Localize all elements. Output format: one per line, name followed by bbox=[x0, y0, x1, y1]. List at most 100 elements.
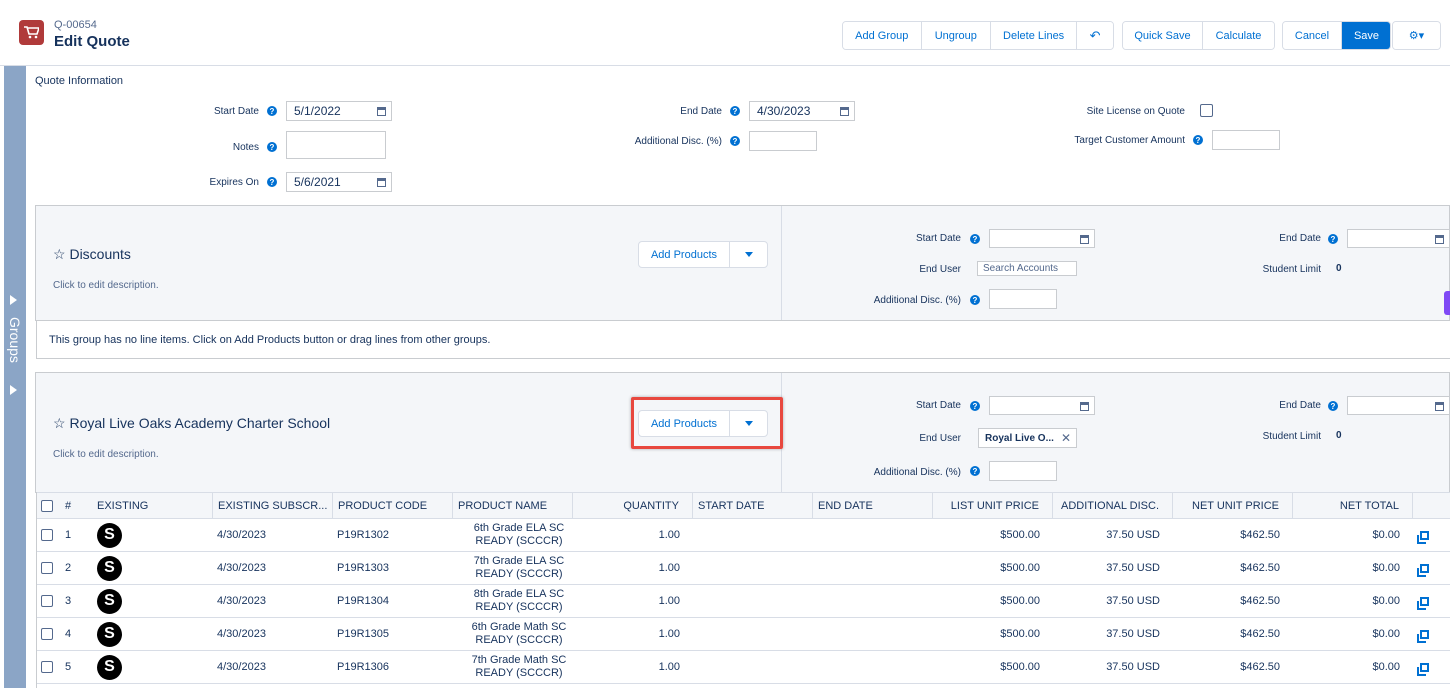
col-header-additional-disc[interactable]: ADDITIONAL DISC. bbox=[1053, 493, 1173, 519]
calendar-icon[interactable] bbox=[1080, 235, 1089, 244]
start-date-cell[interactable] bbox=[693, 585, 813, 617]
additional-disc-input[interactable] bbox=[749, 131, 817, 151]
col-header-product-code[interactable]: PRODUCT CODE bbox=[333, 493, 453, 519]
add-group-button[interactable]: Add Group bbox=[843, 22, 922, 49]
calendar-icon[interactable] bbox=[377, 178, 386, 187]
group-description[interactable]: Click to edit description. bbox=[53, 280, 159, 291]
table-row[interactable]: 2 S 4/30/2023 P19R1303 7th Grade ELA SC … bbox=[37, 552, 1450, 585]
help-icon[interactable]: ? bbox=[970, 466, 980, 476]
col-header-start-date[interactable]: START DATE bbox=[693, 493, 813, 519]
clone-icon[interactable] bbox=[1417, 531, 1429, 544]
end-date-cell[interactable] bbox=[813, 585, 933, 617]
end-date-cell[interactable] bbox=[813, 651, 933, 683]
col-header-list-unit-price[interactable]: LIST UNIT PRICE bbox=[933, 493, 1053, 519]
end-user-search-input[interactable]: Search Accounts bbox=[977, 261, 1077, 276]
select-all-checkbox[interactable] bbox=[41, 500, 53, 512]
additional-disc[interactable]: 37.50 USD bbox=[1053, 585, 1160, 617]
group-name[interactable]: ☆ Discounts bbox=[53, 246, 131, 263]
start-date-cell[interactable] bbox=[693, 618, 813, 650]
expires-on-input[interactable]: 5/6/2021 bbox=[286, 172, 392, 192]
add-products-button[interactable]: Add Products bbox=[639, 242, 730, 267]
calendar-icon[interactable] bbox=[1080, 402, 1089, 411]
groups-rail-label[interactable]: Groups bbox=[4, 310, 26, 370]
help-icon[interactable]: ? bbox=[730, 106, 740, 116]
quantity[interactable]: 1.00 bbox=[573, 651, 680, 683]
ungroup-button[interactable]: Ungroup bbox=[921, 22, 992, 49]
col-header-product-name[interactable]: PRODUCT NAME bbox=[453, 493, 573, 519]
close-icon[interactable]: ✕ bbox=[1061, 431, 1071, 445]
col-header-net-unit-price[interactable]: NET UNIT PRICE bbox=[1173, 493, 1293, 519]
notes-textarea[interactable] bbox=[286, 131, 386, 159]
target-amount-input[interactable] bbox=[1212, 130, 1280, 150]
add-products-dropdown[interactable] bbox=[730, 242, 767, 267]
group-start-date-input[interactable] bbox=[989, 229, 1095, 248]
end-date-cell[interactable] bbox=[813, 552, 933, 584]
help-icon[interactable]: ? bbox=[730, 136, 740, 146]
end-date-cell[interactable] bbox=[813, 618, 933, 650]
settings-button[interactable]: ⚙▾ bbox=[1393, 22, 1440, 49]
table-row[interactable]: 4 S 4/30/2023 P19R1305 6th Grade Math SC… bbox=[37, 618, 1450, 651]
calendar-icon[interactable] bbox=[840, 107, 849, 116]
clone-icon[interactable] bbox=[1417, 597, 1429, 610]
calculate-button[interactable]: Calculate bbox=[1203, 22, 1274, 49]
end-user-pill[interactable]: Royal Live O... ✕ bbox=[978, 428, 1077, 448]
end-date-input[interactable]: 4/30/2023 bbox=[749, 101, 855, 121]
additional-disc[interactable]: 37.50 USD bbox=[1053, 519, 1160, 551]
help-icon[interactable]: ? bbox=[267, 142, 277, 152]
group-start-date-input[interactable] bbox=[989, 396, 1095, 415]
save-button[interactable]: Save bbox=[1342, 22, 1390, 49]
help-icon[interactable]: ? bbox=[267, 106, 277, 116]
row-checkbox[interactable] bbox=[41, 562, 53, 574]
group-end-date-input[interactable] bbox=[1347, 229, 1450, 248]
quick-save-button[interactable]: Quick Save bbox=[1123, 22, 1203, 49]
table-row[interactable]: 5 S 4/30/2023 P19R1306 7th Grade Math SC… bbox=[37, 651, 1450, 684]
row-checkbox[interactable] bbox=[41, 661, 53, 673]
undo-button[interactable]: ↶ bbox=[1077, 22, 1113, 49]
col-header-quantity[interactable]: QUANTITY bbox=[573, 493, 693, 519]
additional-disc[interactable]: 37.50 USD bbox=[1053, 552, 1160, 584]
help-icon[interactable]: ? bbox=[1193, 135, 1203, 145]
start-date-input[interactable]: 5/1/2022 bbox=[286, 101, 392, 121]
table-row[interactable]: 1 S 4/30/2023 P19R1302 6th Grade ELA SC … bbox=[37, 519, 1450, 552]
expand-arrow-icon[interactable] bbox=[10, 295, 17, 305]
calendar-icon[interactable] bbox=[377, 107, 386, 116]
help-icon[interactable]: ? bbox=[970, 295, 980, 305]
quantity[interactable]: 1.00 bbox=[573, 552, 680, 584]
help-icon[interactable]: ? bbox=[1328, 401, 1338, 411]
additional-disc[interactable]: 37.50 USD bbox=[1053, 618, 1160, 650]
col-header-existing[interactable]: EXISTING bbox=[89, 493, 213, 519]
row-checkbox[interactable] bbox=[41, 595, 53, 607]
start-date-cell[interactable] bbox=[693, 552, 813, 584]
calendar-icon[interactable] bbox=[1435, 402, 1444, 411]
end-date-cell[interactable] bbox=[813, 519, 933, 551]
col-header-end-date[interactable]: END DATE bbox=[813, 493, 933, 519]
table-row[interactable]: 3 S 4/30/2023 P19R1304 8th Grade ELA SC … bbox=[37, 585, 1450, 618]
group-description[interactable]: Click to edit description. bbox=[53, 449, 159, 460]
start-date-cell[interactable] bbox=[693, 651, 813, 683]
calendar-icon[interactable] bbox=[1435, 235, 1444, 244]
quantity[interactable]: 1.00 bbox=[573, 618, 680, 650]
clone-icon[interactable] bbox=[1417, 564, 1429, 577]
help-icon[interactable]: ? bbox=[970, 234, 980, 244]
group-additional-disc-input[interactable] bbox=[989, 289, 1057, 309]
help-icon[interactable]: ? bbox=[970, 401, 980, 411]
cancel-button[interactable]: Cancel bbox=[1283, 22, 1342, 49]
quantity[interactable]: 1.00 bbox=[573, 519, 680, 551]
group-additional-disc-input[interactable] bbox=[989, 461, 1057, 481]
help-icon[interactable]: ? bbox=[267, 177, 277, 187]
side-panel-tab[interactable] bbox=[1444, 291, 1450, 315]
site-license-checkbox[interactable] bbox=[1200, 104, 1213, 117]
col-header-existing-sub[interactable]: EXISTING SUBSCR... bbox=[213, 493, 333, 519]
help-icon[interactable]: ? bbox=[1328, 234, 1338, 244]
clone-icon[interactable] bbox=[1417, 663, 1429, 676]
row-checkbox[interactable] bbox=[41, 529, 53, 541]
star-icon[interactable]: ☆ bbox=[53, 415, 66, 431]
row-checkbox[interactable] bbox=[41, 628, 53, 640]
expand-arrow-icon[interactable] bbox=[10, 385, 17, 395]
col-header-net-total[interactable]: NET TOTAL bbox=[1293, 493, 1413, 519]
star-icon[interactable]: ☆ bbox=[53, 246, 66, 262]
additional-disc[interactable]: 37.50 USD bbox=[1053, 651, 1160, 683]
quantity[interactable]: 1.00 bbox=[573, 585, 680, 617]
groups-rail[interactable] bbox=[4, 66, 26, 688]
delete-lines-button[interactable]: Delete Lines bbox=[991, 22, 1078, 49]
